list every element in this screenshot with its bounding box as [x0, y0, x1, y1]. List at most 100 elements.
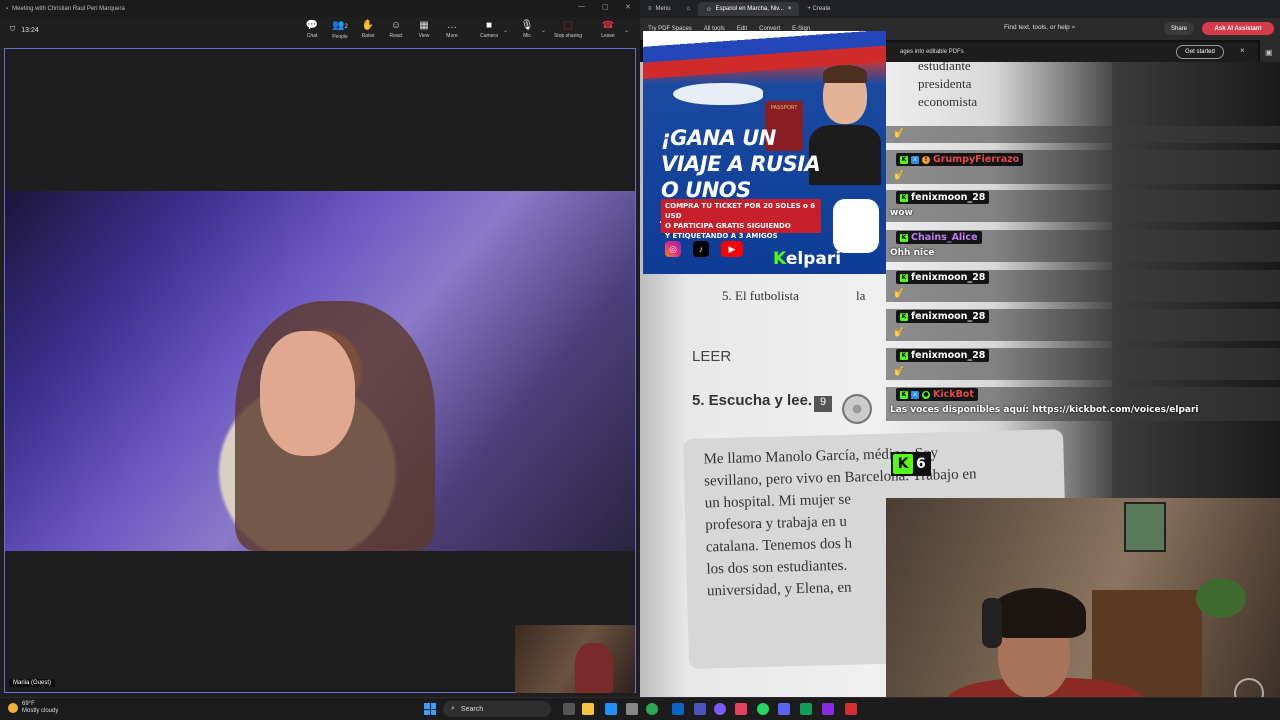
outlook-icon[interactable] [672, 703, 684, 715]
chat-username: K fenixmoon_28 [896, 271, 990, 284]
sub-badge-icon: ! [922, 155, 930, 164]
grid-icon: ▦ [419, 20, 429, 31]
chat-message: K fenixmoon_28 🎷 [886, 348, 1280, 380]
teams-logo-icon: ▪ [6, 5, 9, 12]
tiktok-icon: ♪ [693, 241, 709, 257]
chat-button[interactable]: 💬 Chat [298, 20, 326, 44]
social-icons: ◎ ♪ ▶ [665, 241, 743, 257]
kick-badge-icon: K [900, 155, 908, 164]
ask-ai-assistant-button[interactable]: Ask AI Assistant [1202, 22, 1274, 35]
audio-cd-icon [842, 394, 872, 424]
leave-options-chevron-icon[interactable]: ⌄ [624, 27, 629, 34]
teams-title-bar: ▪ Meeting with Christian Raul Peri Marqu… [0, 0, 640, 17]
app3-icon[interactable] [822, 703, 834, 715]
headset [982, 598, 1002, 648]
weather-widget[interactable]: 69°F Mostly cloudy [8, 701, 58, 715]
chat-message: K Chains_Alice Ohh nice [886, 230, 1280, 262]
leave-button[interactable]: ☎ Leave [594, 20, 622, 44]
section-heading: LEER [692, 348, 732, 365]
teams-window: ▪ Meeting with Christian Raul Peri Marqu… [0, 0, 640, 697]
menu-button[interactable]: ≡ Menu [640, 2, 679, 16]
maximize-icon[interactable]: ▢ [602, 3, 609, 11]
chat-message: K fenixmoon_28 🎷 [886, 309, 1280, 341]
meeting-stage: Mariia (Guest) [4, 48, 636, 693]
shield-icon: ⛉ [10, 26, 16, 33]
tab-pdf[interactable]: ☆ Espanol en Marcha, Niv... × [698, 2, 800, 16]
meeting-timer: ⛉ 13:24 [10, 26, 39, 34]
discord-icon[interactable] [778, 703, 790, 715]
chat-icon: 💬 [305, 20, 319, 31]
elpari-logo: Kelpari [773, 249, 842, 269]
chat-message: K ⚔ ● KickBot Las voces disponibles aquí… [886, 387, 1280, 421]
hamburger-icon: ≡ [648, 6, 652, 12]
kick-badge-icon: K [900, 390, 908, 399]
banner-close-icon[interactable]: × [1240, 46, 1245, 55]
mod-badge-icon: ⚔ [911, 390, 919, 399]
chat-username: K ⚔ ! GrumpyFierrazo [896, 153, 1024, 166]
teams-icon[interactable] [605, 703, 617, 715]
app2-icon[interactable] [800, 703, 812, 715]
close-icon[interactable]: ✕ [625, 3, 631, 11]
camera-button[interactable]: ■ Camera [475, 20, 503, 44]
pdf-list-item: la [856, 288, 866, 303]
browser-tab-bar: ≡ Menu ⌂ ☆ Espanol en Marcha, Niv... × +… [640, 0, 1280, 18]
smile-icon: ☺ [390, 20, 402, 31]
react-button[interactable]: ☺ React [382, 20, 410, 44]
kick-logo-icon: K [893, 454, 913, 474]
plant [1196, 578, 1246, 618]
kick-badge-icon: K [900, 193, 908, 202]
self-view-video[interactable] [515, 625, 635, 693]
share-button[interactable]: Share [1164, 22, 1194, 35]
comment-icon[interactable]: ▣ [1265, 48, 1273, 57]
view-button[interactable]: ▦ View [410, 20, 438, 44]
chat-emote: 🎷 [894, 128, 906, 138]
meeting-toolbar: ⛉ 13:24 💬 Chat 👥2 People ✋ Raise ☺ React… [0, 17, 640, 45]
people-count: 2 [344, 24, 348, 30]
hand-icon: ✋ [361, 20, 375, 31]
create-button[interactable]: + Create [799, 2, 838, 16]
remote-participant-video [5, 191, 635, 551]
kick-badge-icon: K [900, 273, 908, 282]
app-icon[interactable] [694, 703, 706, 715]
more-button[interactable]: … More [438, 20, 466, 44]
chat-emote: 🎷 [894, 288, 906, 298]
file-explorer-icon[interactable] [582, 703, 594, 715]
taskbar-search[interactable]: ⌕ Search [443, 701, 551, 717]
obs-icon[interactable] [714, 703, 726, 715]
chat-text: Ohh nice [890, 248, 935, 258]
share-icon: ⬚ [563, 20, 573, 31]
promo-ad-overlay: PASSPORT ¡GANA UN VIAJE A RUSIA O UNOS A… [643, 31, 886, 274]
get-started-button[interactable]: Get started [1176, 45, 1224, 59]
mic-options-chevron-icon[interactable]: ⌄ [541, 27, 546, 34]
phone-icon: ☎ [601, 20, 615, 31]
minimize-icon[interactable]: — [578, 3, 585, 10]
whatsapp-icon[interactable] [757, 703, 769, 715]
streamer-hair [990, 588, 1086, 638]
instagram-app-icon[interactable] [735, 703, 747, 715]
settings-app-icon[interactable] [626, 703, 638, 715]
streamer-webcam [886, 498, 1280, 720]
people-button[interactable]: 👥2 People [326, 20, 354, 44]
mic-button[interactable]: 🎙 Mic [513, 20, 541, 44]
chat-message: 🎷 [886, 126, 1280, 143]
exercise-title: 5. Escucha y lee. [692, 392, 813, 409]
start-button[interactable] [424, 703, 436, 715]
home-tab[interactable]: ⌂ [679, 2, 699, 16]
kick-badge-icon: K [900, 233, 908, 242]
task-view-icon[interactable] [563, 703, 575, 715]
stop-sharing-button[interactable]: ⬚ Stop sharing [554, 20, 582, 44]
chat-message: K ⚔ ! GrumpyFierrazo 🎷 [886, 150, 1280, 184]
pdf-list-item: 5. El futbolista [722, 288, 799, 303]
chat-text: Las voces disponibles aquí: https://kick… [890, 405, 1199, 415]
camera-options-chevron-icon[interactable]: ⌄ [503, 27, 508, 34]
chat-username: K ⚔ ● KickBot [896, 388, 978, 401]
chat-message: K fenixmoon_28 🎷 [886, 270, 1280, 302]
raise-hand-button[interactable]: ✋ Raise [354, 20, 382, 44]
find-search-input[interactable]: Find text, tools, or help ⌕ [1004, 24, 1075, 32]
chat-text: wow [890, 208, 913, 218]
kick-viewer-counter: K 6 [891, 452, 931, 476]
tab-close-icon[interactable]: × [788, 6, 792, 12]
acrobat-icon[interactable] [845, 703, 857, 715]
chrome-icon[interactable] [646, 703, 658, 715]
chat-message: K fenixmoon_28 wow [886, 190, 1280, 222]
